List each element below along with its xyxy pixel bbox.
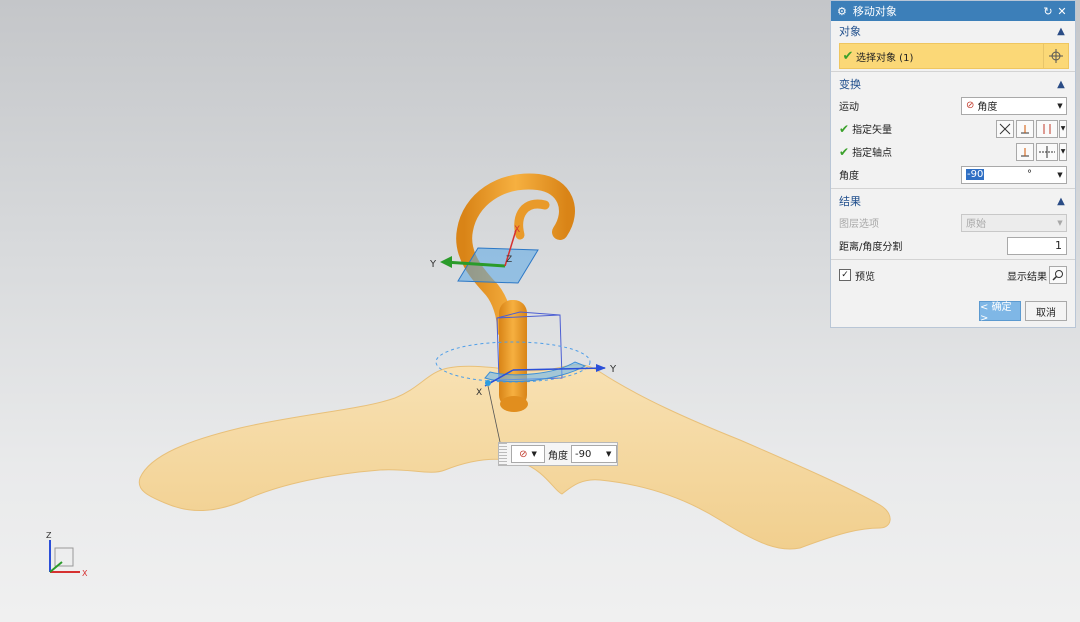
move-object-dialog: ⚙ 移动对象 ↻ ✕ 对象 ▲ ✔ 选择对象 (1) 变换 ▲ 运动 ⊘ 角度 ▼… — [830, 0, 1076, 328]
point-inference-icon[interactable] — [1036, 142, 1058, 161]
axis-x-label: X — [476, 388, 482, 398]
motion-label: 运动 — [839, 102, 859, 113]
axis-z-label: Z — [506, 255, 512, 265]
motion-value: 角度 — [977, 102, 998, 113]
vector-label: 指定矢量 — [852, 125, 893, 136]
axis-x-label-top: X — [514, 225, 520, 235]
layer-label: 图层选项 — [839, 219, 879, 230]
chevron-down-icon: ▼ — [1057, 218, 1063, 227]
show-result-label: 显示结果 — [1007, 271, 1047, 283]
angle-motion-icon: ⊘ — [519, 448, 528, 460]
vector-tool-icon[interactable] — [1016, 119, 1034, 138]
ok-button[interactable]: < 确定 > — [979, 301, 1021, 324]
reset-icon[interactable]: ↻ — [1041, 5, 1055, 18]
dialog-buttons: < 确定 > 取消 — [831, 301, 1075, 324]
dialog-titlebar[interactable]: ⚙ 移动对象 ↻ ✕ — [831, 1, 1075, 21]
chevron-down-icon: ▼ — [531, 450, 537, 458]
chevron-down-icon[interactable]: ▼ — [1059, 142, 1067, 161]
chevron-down-icon: ▼ — [1057, 101, 1063, 110]
distance-row: 距离/角度分割 1 — [831, 234, 1075, 257]
chevron-down-icon[interactable]: ▼ — [1059, 119, 1067, 138]
cancel-button[interactable]: 取消 — [1025, 301, 1067, 321]
preview-checkbox[interactable]: ✓ — [839, 269, 851, 281]
motion-select[interactable]: ⊘ 角度 ▼ — [961, 96, 1067, 115]
motion-type-dropdown[interactable]: ⊘ ▼ — [511, 445, 545, 463]
mini-angle-input[interactable]: -90 ▼ — [571, 445, 617, 463]
angle-row: 角度 -90 ° ▼ — [831, 163, 1075, 186]
check-icon: ✔ — [842, 48, 854, 64]
pivot-row: ✔ 指定轴点 ▼ — [831, 140, 1075, 163]
close-icon[interactable]: ✕ — [1055, 5, 1069, 18]
distance-input[interactable]: 1 — [1007, 236, 1067, 255]
section-result-title: 结果 — [839, 195, 861, 208]
gear-icon[interactable]: ⚙ — [837, 5, 847, 18]
layer-value: 原始 — [966, 219, 986, 230]
reverse-direction-icon[interactable] — [1036, 119, 1058, 138]
layer-row: 图层选项 原始 ▼ — [831, 211, 1075, 234]
section-transform-title: 变换 — [839, 78, 861, 91]
pivot-label: 指定轴点 — [852, 148, 893, 159]
preview-row: ✓ 预览 显示结果 — [831, 262, 1075, 288]
chevron-down-icon[interactable]: ▼ — [606, 450, 616, 458]
section-result-header[interactable]: 结果 ▲ — [831, 191, 1075, 211]
view-triad: Z X — [46, 531, 88, 578]
point-dialog-icon[interactable] — [1016, 142, 1034, 161]
check-icon: ✔ — [839, 121, 850, 136]
collapse-icon[interactable]: ▲ — [1055, 26, 1067, 37]
mini-angle-label: 角度 — [548, 450, 568, 462]
axis-y-label: Y — [429, 259, 437, 270]
angle-motion-icon: ⊘ — [966, 100, 975, 111]
select-object-row[interactable]: ✔ 选择对象 (1) — [839, 43, 1069, 69]
angle-input[interactable]: -90 ° ▼ — [961, 165, 1067, 184]
axis-y2-label: Y — [609, 364, 617, 375]
distance-label: 距离/角度分割 — [839, 242, 903, 253]
collapse-icon[interactable]: ▲ — [1055, 196, 1067, 207]
angle-unit: ° — [1027, 169, 1032, 180]
angle-label: 角度 — [839, 171, 859, 182]
motion-row: 运动 ⊘ 角度 ▼ — [831, 94, 1075, 117]
mini-angle-value: -90 — [575, 448, 592, 460]
vector-dialog-icon[interactable] — [996, 119, 1014, 138]
section-transform-header[interactable]: 变换 ▲ — [831, 74, 1075, 94]
chevron-down-icon[interactable]: ▼ — [1054, 171, 1066, 179]
select-object-label: 选择对象 (1) — [856, 52, 914, 64]
collapse-icon[interactable]: ▲ — [1055, 79, 1067, 90]
preview-label: 预览 — [855, 271, 875, 283]
crosshair-icon[interactable] — [1043, 44, 1068, 68]
section-object-title: 对象 — [839, 25, 861, 38]
vector-row: ✔ 指定矢量 ▼ — [831, 117, 1075, 140]
hanger-hook-inner — [514, 199, 550, 240]
dialog-title: 移动对象 — [852, 5, 897, 18]
triad-x-label: X — [82, 569, 88, 578]
angle-value: -90 — [966, 169, 985, 180]
toolbar-grip[interactable] — [499, 443, 507, 465]
triad-z-label: Z — [46, 531, 52, 540]
section-object-header[interactable]: 对象 ▲ — [831, 21, 1075, 41]
layer-select: 原始 ▼ — [961, 213, 1067, 232]
magnifier-icon[interactable] — [1049, 266, 1067, 284]
check-icon: ✔ — [839, 144, 850, 159]
angle-mini-toolbar: ⊘ ▼ 角度 -90 ▼ — [498, 442, 618, 466]
